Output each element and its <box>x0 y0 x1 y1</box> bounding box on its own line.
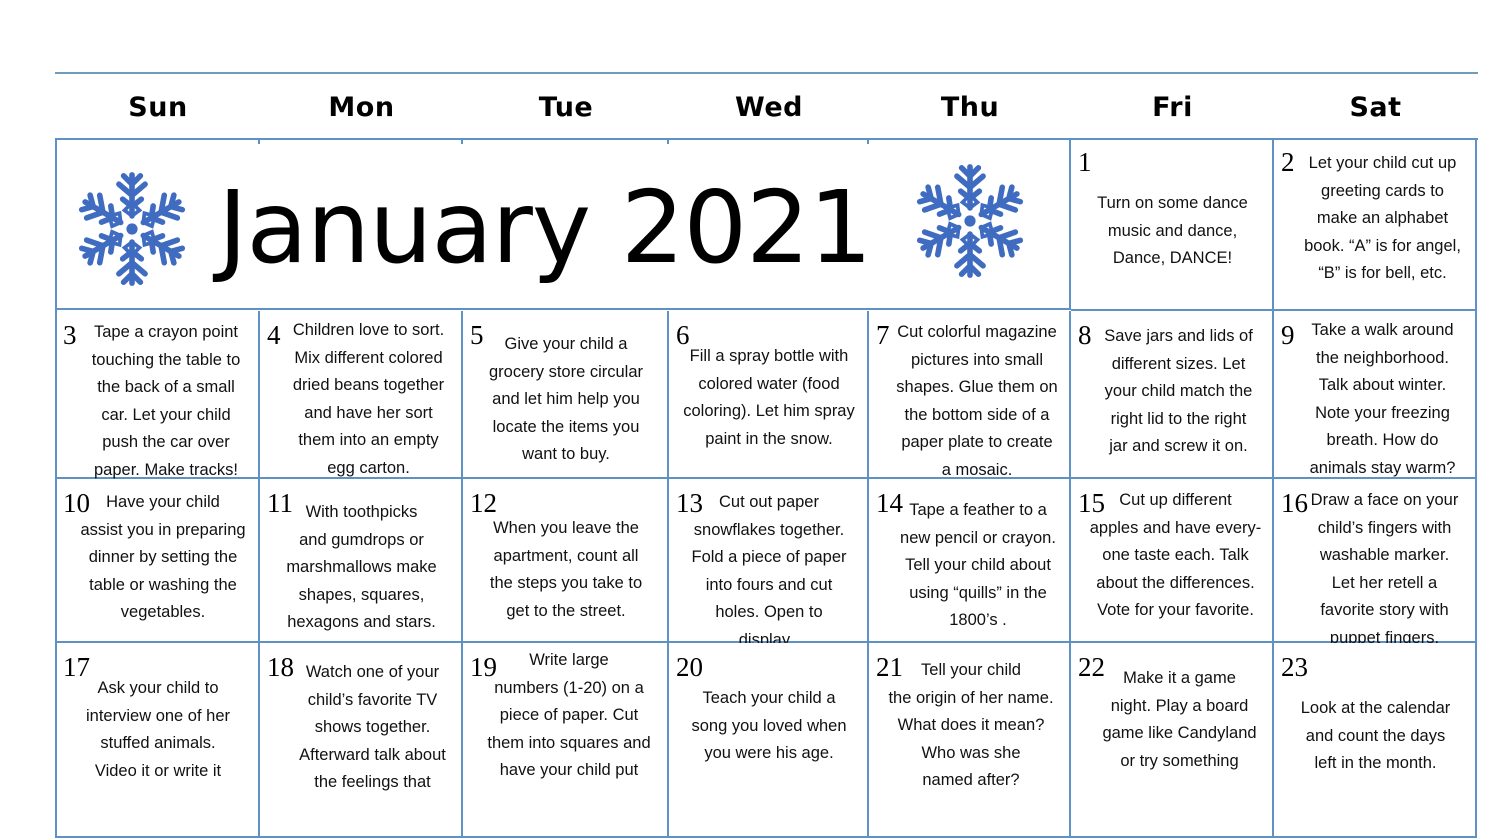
activity-text: Give your child a grocery store circular… <box>488 335 644 463</box>
activity-text: Cut colorful magazine pictures into smal… <box>896 323 1058 479</box>
day-number: 2 <box>1281 147 1295 177</box>
activity-text: Save jars and lids of different sizes. L… <box>1104 327 1253 455</box>
day-cell-8: 8 Save jars and lids of different sizes. … <box>1071 311 1274 479</box>
snowflake-icon <box>78 172 186 286</box>
activity-text: Ask your child to interview one of her s… <box>86 679 230 780</box>
day-number: 7 <box>876 320 890 350</box>
activity-text: When you leave the apartment, count all … <box>489 519 643 620</box>
activity-text: Write large numbers (1-20) on a piece of… <box>487 651 651 779</box>
day-cell-13: 13 Cut out paper snowflakes together. Fol… <box>669 479 869 649</box>
weekday-thu: Thu <box>940 92 1000 123</box>
day-cell-10: 10 Have your child assist you in preparin… <box>56 479 260 643</box>
weekday-tue: Tue <box>538 92 594 123</box>
day-cell-7: 7 Cut colorful magazine pictures into sma… <box>869 311 1071 479</box>
weekday-wed: Wed <box>735 92 803 123</box>
weekday-mon: Mon <box>328 92 395 123</box>
day-cell-19: 19 Write large numbers (1-20) on a piece … <box>463 643 669 838</box>
activity-text: Watch one of your child’s favorite TV sh… <box>299 663 446 791</box>
activity-text: Let your child cut up greeting cards to … <box>1304 154 1461 282</box>
weekday-sun: Sun <box>128 92 188 123</box>
day-cell-22: 22 Make it a game night. Play a board gam… <box>1071 643 1274 838</box>
activity-text: Cut out paper snowflakes together. Fold … <box>691 493 847 649</box>
activity-text: Teach your child a song you loved when y… <box>691 689 847 762</box>
weekday-sat: Sat <box>1349 92 1402 123</box>
activity-text: Draw a face on your child’s fingers with… <box>1310 491 1459 647</box>
day-cell-17: 17 Ask your child to interview one of her… <box>56 643 260 838</box>
activity-text: Fill a spray bottle with colored water (… <box>683 347 855 448</box>
column-tick <box>867 138 869 144</box>
activity-text: Children love to sort. Mix different col… <box>292 321 445 477</box>
day-cell-11: 11 With toothpicks and gumdrops or marshm… <box>260 479 463 643</box>
weekday-header-row: Sun Mon Tue Wed Thu Fri Sat <box>56 84 1477 134</box>
activity-text: Tell your child the origin of her name. … <box>888 661 1054 789</box>
column-tick <box>258 138 260 144</box>
month-banner: January 2021 <box>56 138 1071 310</box>
header-rule <box>55 72 1478 74</box>
day-cell-15: 15 Cut up different apples and have every… <box>1071 479 1274 643</box>
snowflake-icon <box>916 164 1024 278</box>
activity-text: Tape a feather to a new pencil or crayon… <box>900 501 1056 629</box>
activity-text: Take a walk around the neighborhood. Tal… <box>1309 321 1456 477</box>
day-cell-5: 5 Give your child a grocery store circula… <box>463 311 669 479</box>
month-title: January 2021 <box>218 169 872 286</box>
activity-text: With toothpicks and gumdrops or marshmal… <box>286 503 437 631</box>
day-cell-6: 6 Fill a spray bottle with colored water … <box>669 311 869 479</box>
day-cell-12: 12 When you leave the apartment, count al… <box>463 479 669 643</box>
day-cell-3: 3 Tape a crayon point touching the table … <box>56 311 260 479</box>
day-cell-9: 9 Take a walk around the neighborhood. Ta… <box>1274 311 1477 479</box>
day-cell-2: 2 Let your child cut up greeting cards to… <box>1274 138 1477 311</box>
day-number: 3 <box>63 320 77 350</box>
day-cell-18: 18 Watch one of your child’s favorite TV … <box>260 643 463 838</box>
weekday-fri: Fri <box>1152 92 1193 123</box>
day-cell-4: 4 Children love to sort. Mix different co… <box>260 311 463 479</box>
day-number: 9 <box>1281 320 1295 350</box>
day-cell-14: 14 Tape a feather to a new pencil or cray… <box>869 479 1071 643</box>
day-cell-23: 23 Look at the calendar and count the day… <box>1274 643 1477 838</box>
day-number: 4 <box>267 320 281 350</box>
day-cell-20: 20 Teach your child a song you loved when… <box>669 643 869 838</box>
activity-text: Have your child assist you in preparing … <box>80 493 246 621</box>
activity-text: Make it a game night. Play a board game … <box>1102 669 1257 770</box>
column-tick <box>667 138 669 144</box>
activity-text: Look at the calendar and count the days … <box>1300 699 1451 772</box>
day-cell-21: 21 Tell your child the origin of her name… <box>869 643 1071 838</box>
day-number: 23 <box>1281 652 1308 682</box>
day-number: 20 <box>676 652 703 682</box>
day-cell-16: 16 Draw a face on your child’s fingers wi… <box>1274 479 1477 647</box>
column-tick <box>461 138 463 144</box>
day-cell-1: 1 Turn on some dance music and dance, Dan… <box>1071 138 1274 311</box>
activity-text: Turn on some dance music and dance, Danc… <box>1097 194 1248 267</box>
day-number: 12 <box>470 488 497 518</box>
activity-text: Cut up different apples and have every- … <box>1089 491 1262 619</box>
activity-text: Tape a crayon point touching the table t… <box>91 323 241 479</box>
day-number: 1 <box>1078 147 1092 177</box>
